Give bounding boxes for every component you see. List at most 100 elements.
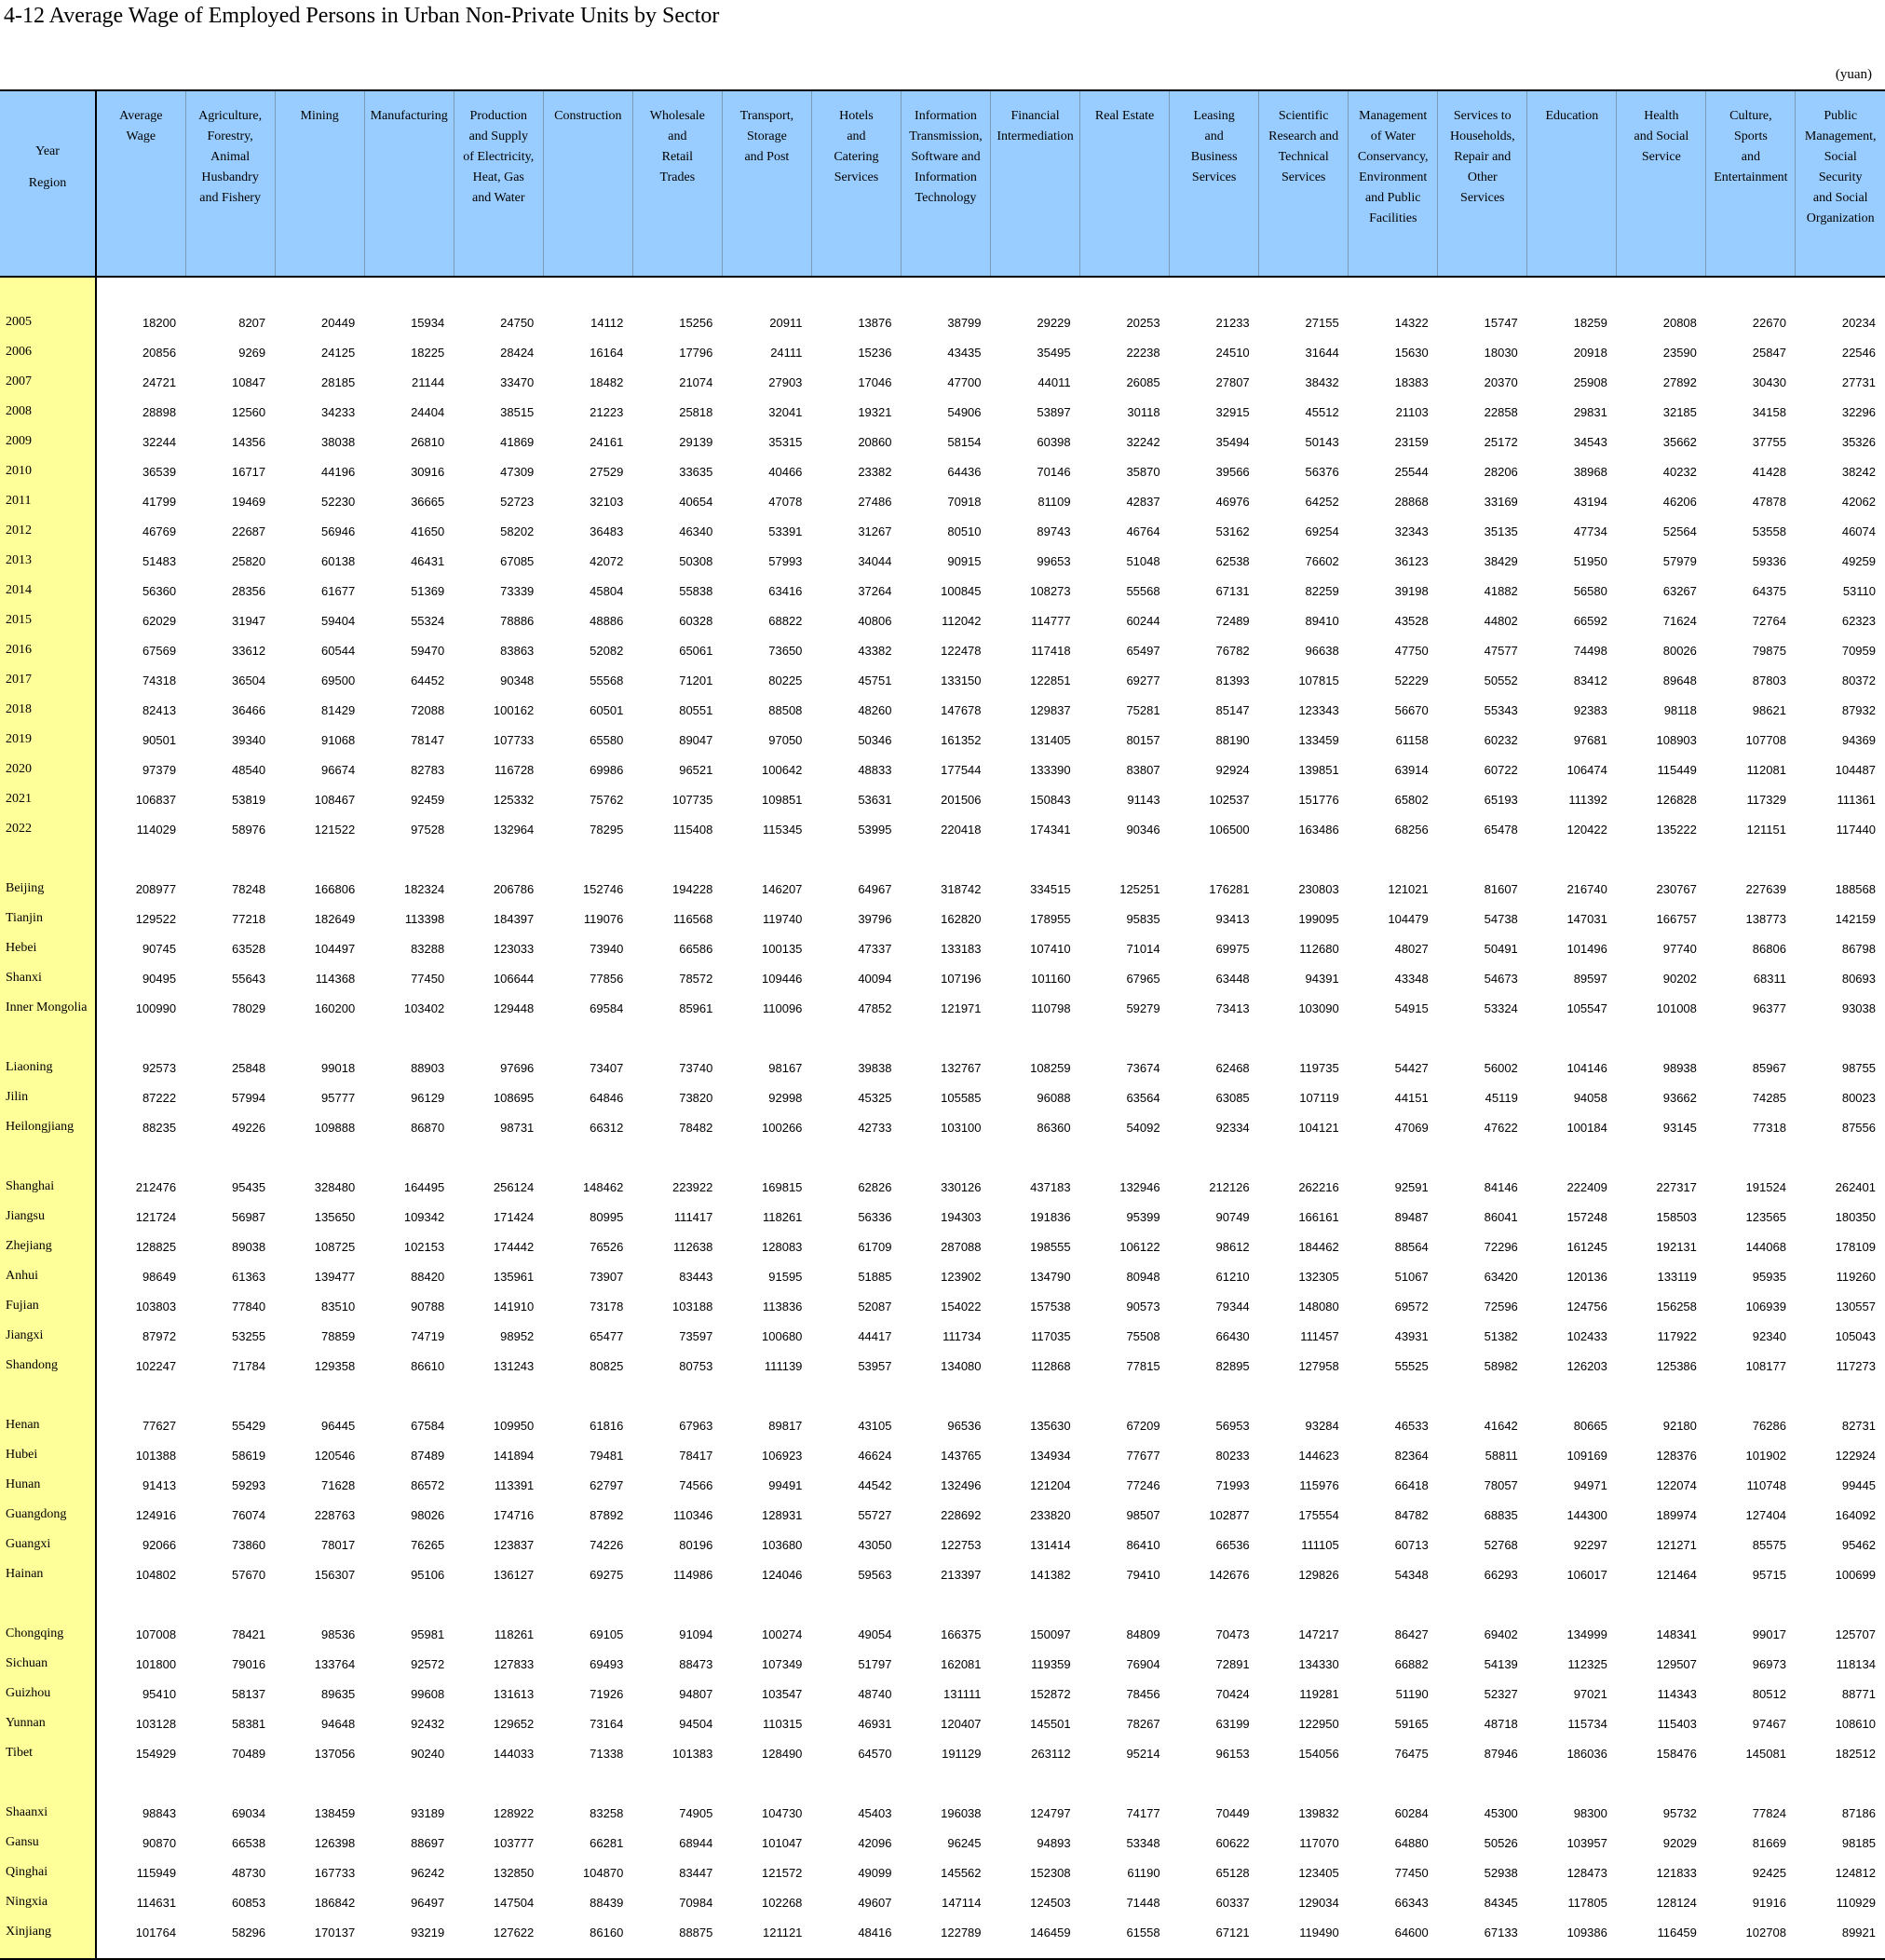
table-cell: 36665 <box>411 494 445 509</box>
table-cell: 114631 <box>136 1895 177 1910</box>
table-cell: 10847 <box>231 374 266 389</box>
table-cell: 130557 <box>1835 1299 1876 1313</box>
table-cell: 72489 <box>1215 613 1250 628</box>
table-cell: 60501 <box>590 702 624 717</box>
row-label: 2015 <box>0 606 98 635</box>
table-cell: 79481 <box>590 1448 624 1463</box>
table-cell: 62797 <box>590 1477 624 1492</box>
table-cell: 94893 <box>1037 1835 1071 1850</box>
table-cell: 47878 <box>1752 494 1786 509</box>
table-cell: 63914 <box>1394 762 1429 777</box>
table-cell: 99018 <box>321 1060 356 1075</box>
table-cell: 70918 <box>947 494 982 509</box>
table-cell: 78147 <box>411 732 445 747</box>
table-cell: 73413 <box>1215 1000 1250 1015</box>
table-cell: 20234 <box>1841 315 1876 330</box>
table-cell: 76286 <box>1752 1418 1786 1433</box>
table-cell: 89038 <box>231 1239 266 1254</box>
table-cell: 64967 <box>858 881 892 896</box>
table-cell: 103803 <box>135 1299 177 1313</box>
table-cell: 228692 <box>941 1507 982 1522</box>
table-cell: 55568 <box>590 673 624 687</box>
header-line: Transport, <box>739 109 794 123</box>
table-cell: 30118 <box>1127 404 1160 419</box>
table-cell: 121464 <box>1656 1567 1697 1582</box>
table-row: Fujian 103803 77840 83510 90788 141910 73178 10… <box>0 1291 1885 1321</box>
table-cell: 48730 <box>231 1865 266 1880</box>
table-cell: 50346 <box>858 732 892 747</box>
table-cell: 220418 <box>941 822 982 837</box>
table-cell: 100699 <box>1835 1567 1876 1582</box>
table-cell: 39340 <box>231 732 266 747</box>
row-label: Jiangxi <box>0 1321 98 1351</box>
row-label: Guangxi <box>0 1530 98 1559</box>
table-cell: 96245 <box>947 1835 982 1850</box>
table-cell: 52768 <box>1484 1537 1518 1552</box>
table-cell: 98612 <box>1215 1239 1250 1254</box>
table-cell: 134790 <box>1030 1269 1071 1284</box>
table-cell: 37264 <box>858 583 892 598</box>
table-cell: 156307 <box>314 1567 356 1582</box>
header-line: Repair and <box>1454 150 1512 164</box>
table-cell: 48740 <box>858 1686 892 1701</box>
table-row: Inner Mongolia 100990 78029 160200 103402 129… <box>0 993 1885 1023</box>
table-cell: 63564 <box>1126 1090 1160 1105</box>
table-cell: 56580 <box>1573 583 1607 598</box>
table-row: 2017 74318 36504 69500 64452 90348 55568 71201 8… <box>0 665 1885 695</box>
spacer-row <box>0 1589 1885 1619</box>
table-cell: 78421 <box>231 1627 266 1641</box>
table-cell: 213397 <box>941 1567 982 1582</box>
table-cell: 115976 <box>1299 1477 1339 1492</box>
table-cell: 32296 <box>1841 404 1876 419</box>
table-cell: 116728 <box>494 762 535 777</box>
row-label: Sichuan <box>0 1649 98 1679</box>
table-cell: 120422 <box>1566 822 1607 837</box>
table-cell: 96377 <box>1752 1000 1786 1015</box>
table-cell: 262216 <box>1298 1179 1339 1194</box>
table-cell: 66293 <box>1484 1567 1518 1582</box>
table-cell: 66538 <box>231 1835 266 1850</box>
header-line: Mining <box>300 109 339 123</box>
table-cell: 94971 <box>1573 1477 1607 1492</box>
table-row: Shanxi 90495 55643 114368 77450 106644 77856 78… <box>0 963 1885 993</box>
header-line: Organization <box>1806 211 1875 225</box>
table-cell: 69493 <box>590 1656 624 1671</box>
table-cell: 95981 <box>411 1627 445 1641</box>
column-header: Financial Intermediation <box>990 90 1080 277</box>
table-cell: 146459 <box>1030 1925 1071 1940</box>
table-cell: 76904 <box>1126 1656 1160 1671</box>
table-cell: 133764 <box>314 1656 356 1671</box>
table-cell: 75508 <box>1126 1328 1160 1343</box>
table-cell: 71624 <box>1662 613 1697 628</box>
table-cell: 56376 <box>1305 464 1339 479</box>
table-cell: 16164 <box>590 345 624 360</box>
table-cell: 154022 <box>941 1299 982 1313</box>
table-cell: 35870 <box>1126 464 1160 479</box>
table-cell: 105043 <box>1835 1328 1876 1343</box>
header-line: Husbandry <box>201 170 259 184</box>
table-cell: 142676 <box>1209 1567 1250 1582</box>
table-cell: 48027 <box>1394 941 1429 956</box>
table-cell: 62323 <box>1841 613 1876 628</box>
table-cell: 318742 <box>941 881 982 896</box>
table-row: 2022 114029 58976 121522 97528 132964 78295 115… <box>0 814 1885 844</box>
table-cell: 90915 <box>947 553 982 568</box>
table-cell: 108725 <box>314 1239 356 1254</box>
table-cell: 101388 <box>135 1448 177 1463</box>
table-cell: 79016 <box>231 1656 266 1671</box>
table-cell: 28898 <box>142 404 177 419</box>
table-cell: 117922 <box>1657 1328 1697 1343</box>
table-cell: 51950 <box>1573 553 1607 568</box>
row-label: 2008 <box>0 397 98 427</box>
table-cell: 112081 <box>1746 762 1786 777</box>
table-cell: 41428 <box>1752 464 1786 479</box>
row-label: Henan <box>0 1410 98 1440</box>
table-cell: 47309 <box>500 464 535 479</box>
table-cell: 108467 <box>314 792 356 807</box>
table-cell: 15236 <box>858 345 892 360</box>
table-cell: 76265 <box>411 1537 445 1552</box>
table-cell: 53995 <box>858 822 892 837</box>
row-label: 2020 <box>0 755 98 784</box>
table-cell: 95715 <box>1752 1567 1786 1582</box>
table-cell: 99608 <box>411 1686 445 1701</box>
